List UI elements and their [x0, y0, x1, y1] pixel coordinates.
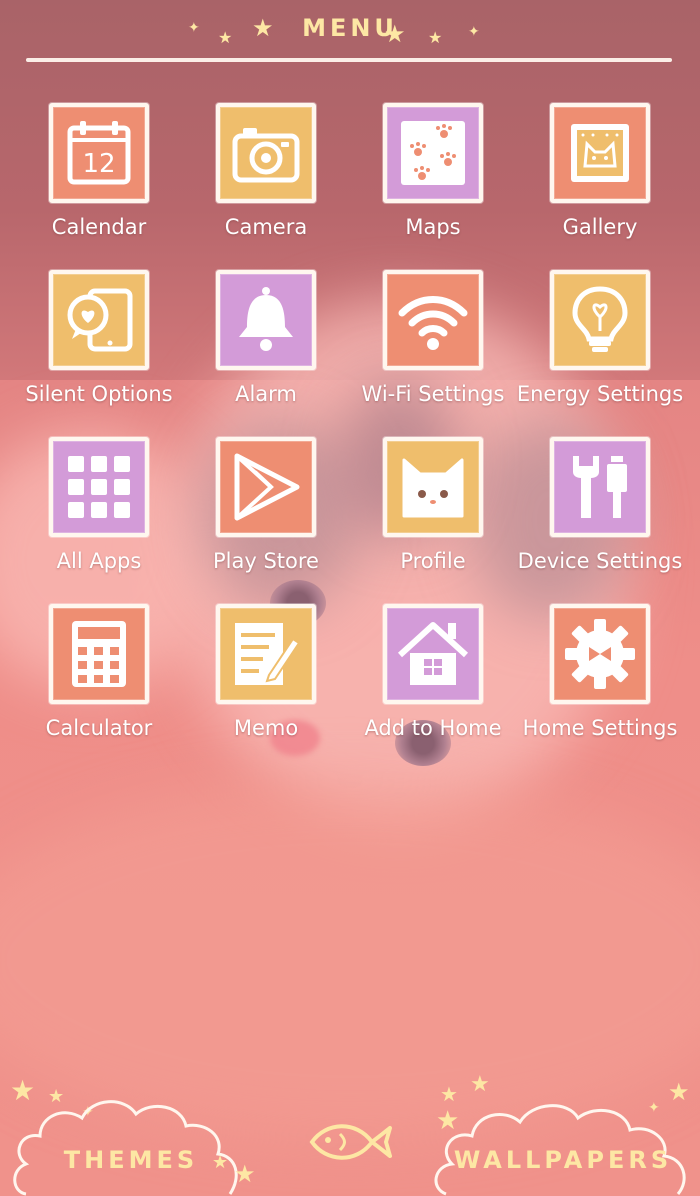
app-maps[interactable]: Maps [349, 95, 517, 255]
star-icon: ✦ [468, 24, 480, 40]
menu-header: ✦ ★ ★ MENU ★ ★ ✦ [0, 0, 700, 70]
app-label: Memo [233, 716, 299, 740]
wallpapers-button[interactable]: WALLPAPERS [428, 1084, 698, 1196]
app-label: Calculator [45, 716, 153, 740]
app-add-to-home[interactable]: Add to Home [349, 596, 517, 756]
app-label: Calendar [51, 215, 147, 239]
app-tile [216, 103, 316, 203]
app-alarm[interactable]: Alarm [182, 262, 350, 422]
app-tile [216, 437, 316, 537]
calculator-icon [72, 621, 126, 687]
cloud-outline [434, 1104, 686, 1196]
app-play-store[interactable]: Play Store [182, 429, 350, 589]
app-tile [383, 103, 483, 203]
app-label: Add to Home [364, 716, 502, 740]
app-label: Gallery [562, 215, 638, 239]
star-icon: ★ [212, 1152, 229, 1173]
app-tile [550, 103, 650, 203]
app-calculator[interactable]: Calculator [15, 596, 183, 756]
app-label: Silent Options [25, 382, 173, 406]
app-wifi-settings[interactable]: Wi-Fi Settings [349, 262, 517, 422]
app-label: Home Settings [522, 716, 678, 740]
app-tile [550, 437, 650, 537]
app-tile [216, 270, 316, 370]
app-label: Play Store [213, 549, 319, 573]
cloud-outline [13, 1100, 238, 1196]
app-tile: 12 [49, 103, 149, 203]
app-tile [49, 437, 149, 537]
calendar-icon: 12 [67, 121, 131, 185]
star-icon: ★ [234, 1160, 256, 1188]
paw-prints-icon [401, 121, 465, 185]
app-label: Wi-Fi Settings [361, 382, 505, 406]
app-energy-settings[interactable]: Energy Settings [516, 262, 684, 422]
star-icon: ★ [428, 28, 443, 47]
app-profile[interactable]: Profile [349, 429, 517, 589]
app-tile [49, 270, 149, 370]
tools-icon [573, 456, 627, 518]
wifi-icon [398, 296, 468, 350]
bottom-bar: ★ ★ ✦ THEMES ★ ★ ★ ★ ★ ★ ✦ WALLPAPERS [0, 1060, 700, 1196]
app-label: Profile [400, 549, 466, 573]
app-calendar[interactable]: 12 Calendar [15, 95, 183, 255]
cat-face-icon [402, 458, 464, 518]
app-all-apps[interactable]: All Apps [15, 429, 183, 589]
fish-icon [309, 1124, 392, 1160]
app-tile [383, 270, 483, 370]
app-tile [550, 604, 650, 704]
app-label: Device Settings [517, 549, 683, 573]
app-silent-options[interactable]: Silent Options [15, 262, 183, 422]
app-label: Energy Settings [516, 382, 684, 406]
app-device-settings[interactable]: Device Settings [516, 429, 684, 589]
app-gallery[interactable]: Gallery [516, 95, 684, 255]
app-camera[interactable]: Camera [182, 95, 350, 255]
bell-icon [239, 287, 293, 351]
app-label: Alarm [235, 382, 297, 406]
phone-heart-icon [67, 288, 133, 352]
calendar-date: 12 [82, 149, 115, 179]
app-tile [383, 437, 483, 537]
app-memo[interactable]: Memo [182, 596, 350, 756]
app-home-settings[interactable]: Home Settings [516, 596, 684, 756]
themes-button[interactable]: THEMES [6, 1084, 256, 1196]
gear-icon [565, 619, 635, 689]
star-icon: ★ [384, 20, 406, 48]
page-title: MENU [302, 14, 398, 42]
app-tile [216, 604, 316, 704]
app-tile [49, 604, 149, 704]
house-icon [397, 622, 469, 685]
camera-icon [232, 128, 300, 183]
app-tile [550, 270, 650, 370]
app-tile [383, 604, 483, 704]
app-label: Camera [224, 215, 308, 239]
header-divider [26, 58, 672, 62]
app-label: Maps [405, 215, 461, 239]
play-store-icon [234, 453, 300, 521]
app-label: All Apps [56, 549, 142, 573]
app-grid-icon [68, 456, 130, 518]
lightbulb-icon [572, 286, 628, 352]
wallpapers-label: WALLPAPERS [453, 1146, 673, 1174]
cat-picture-icon [571, 124, 629, 182]
memo-pencil-icon [235, 623, 301, 685]
